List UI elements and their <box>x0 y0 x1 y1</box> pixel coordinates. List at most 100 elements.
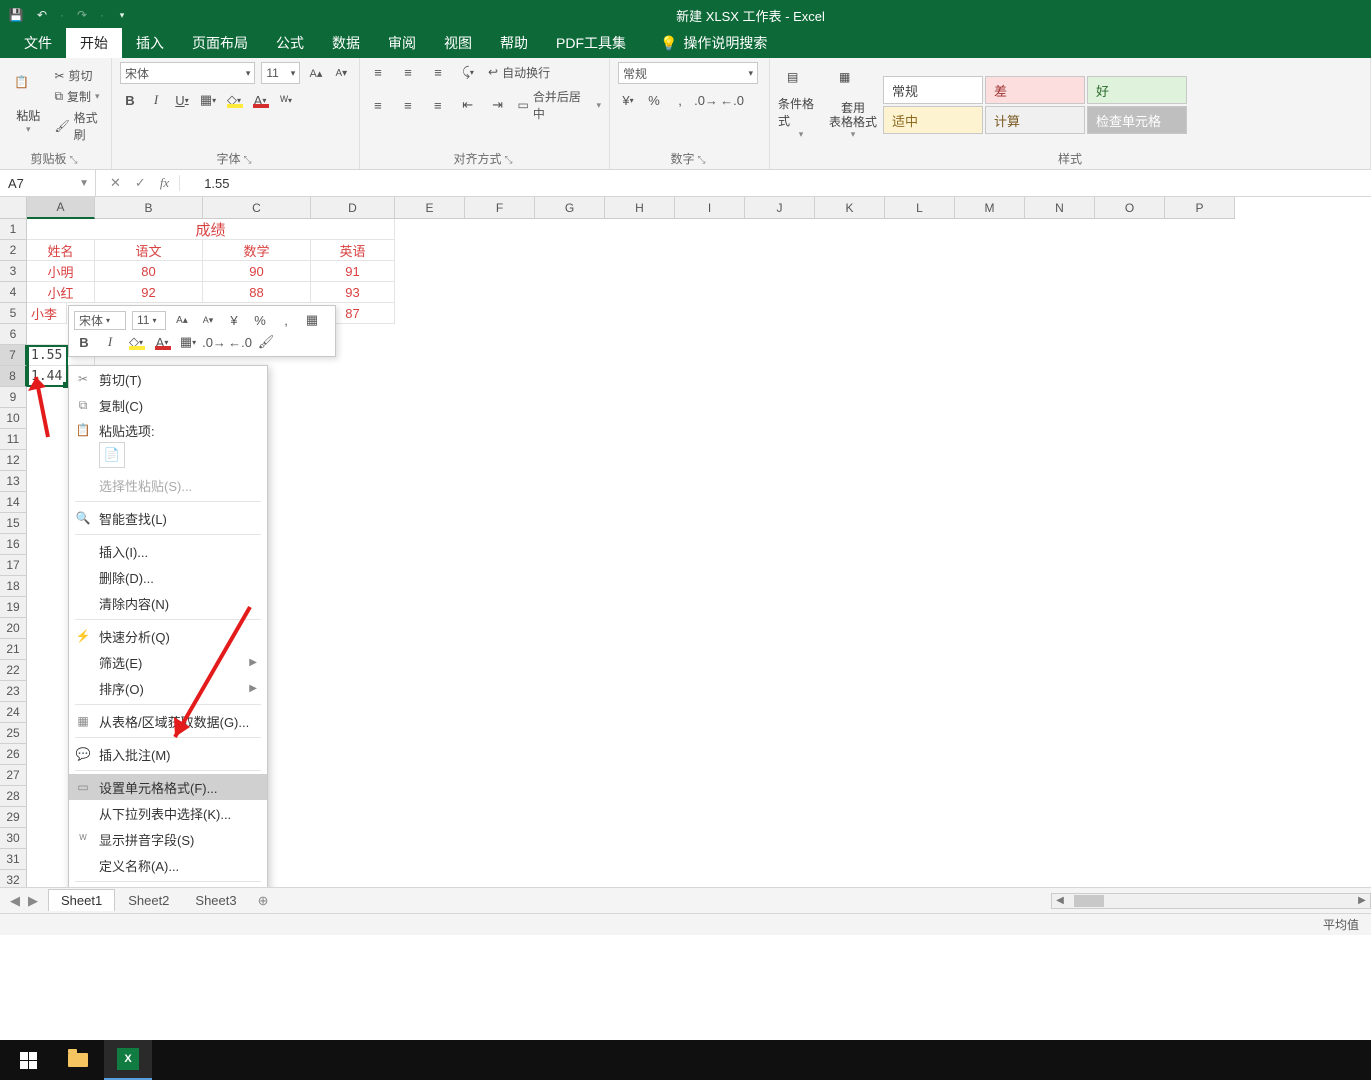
ctx-insert[interactable]: 插入(I)... <box>69 538 267 564</box>
fx-icon[interactable]: fx <box>160 175 180 191</box>
mini-border-icon[interactable]: ▦ <box>302 310 322 330</box>
font-dialog-launcher[interactable]: ⤡ <box>241 155 255 167</box>
align-left-icon[interactable]: ≡ <box>368 95 388 115</box>
horizontal-scrollbar[interactable]: ◀ ▶ <box>1051 893 1371 909</box>
tab-file[interactable]: 文件 <box>10 28 66 58</box>
ctx-cut[interactable]: ✂剪切(T) <box>69 366 267 392</box>
column-header-A[interactable]: A <box>27 197 95 219</box>
row-header-9[interactable]: 9 <box>0 387 27 408</box>
mini-border-dropdown-icon[interactable]: ▦▾ <box>178 332 198 352</box>
tab-help[interactable]: 帮助 <box>486 28 542 58</box>
align-top-icon[interactable]: ≡ <box>368 62 388 82</box>
mini-bold-button[interactable]: B <box>74 332 94 352</box>
cancel-icon[interactable]: ✕ <box>110 175 121 191</box>
row-header-16[interactable]: 16 <box>0 534 27 555</box>
row-header-7[interactable]: 7 <box>0 345 27 366</box>
format-painter-button[interactable]: 🖌格式刷 <box>54 109 103 143</box>
cell[interactable]: 小明 <box>27 261 95 282</box>
column-header-O[interactable]: O <box>1095 197 1165 219</box>
mini-increase-font-icon[interactable]: A▴ <box>172 310 192 330</box>
align-center-icon[interactable]: ≡ <box>398 95 418 115</box>
excel-taskbar-button[interactable]: X <box>104 1040 152 1080</box>
mini-font-combo[interactable]: 宋体▾ <box>74 311 126 330</box>
cell[interactable]: 英语 <box>311 240 395 261</box>
mini-decrease-font-icon[interactable]: A▾ <box>198 310 218 330</box>
cell[interactable]: 91 <box>311 261 395 282</box>
clipboard-dialog-launcher[interactable]: ⤡ <box>67 155 81 167</box>
row-header-20[interactable]: 20 <box>0 618 27 639</box>
row-header-18[interactable]: 18 <box>0 576 27 597</box>
sheet-nav[interactable]: ◀▶ <box>0 893 48 909</box>
cell[interactable]: 数学 <box>203 240 311 261</box>
orientation-icon[interactable]: ⤹▾ <box>458 62 478 82</box>
sheet-tab-1[interactable]: Sheet1 <box>48 889 115 911</box>
file-explorer-button[interactable] <box>54 1040 102 1080</box>
row-header-27[interactable]: 27 <box>0 765 27 786</box>
format-as-table-button[interactable]: ▦套用 表格格式▾ <box>830 70 876 140</box>
comma-format-icon[interactable]: , <box>670 90 690 110</box>
italic-button[interactable]: I <box>146 90 166 110</box>
ctx-define-name[interactable]: 定义名称(A)... <box>69 852 267 878</box>
cell[interactable]: 姓名 <box>27 240 95 261</box>
ctx-sort[interactable]: 排序(O)▶ <box>69 675 267 701</box>
ctx-filter[interactable]: 筛选(E)▶ <box>69 649 267 675</box>
column-header-F[interactable]: F <box>465 197 535 219</box>
row-header-13[interactable]: 13 <box>0 471 27 492</box>
row-header-32[interactable]: 32 <box>0 870 27 887</box>
tell-me[interactable]: 💡 操作说明搜索 <box>646 28 781 58</box>
merge-center-button[interactable]: ▭合并后居中▾ <box>518 88 601 122</box>
scroll-right-icon[interactable]: ▶ <box>1354 895 1370 906</box>
ctx-copy[interactable]: ⧉复制(C) <box>69 392 267 418</box>
border-button[interactable]: ▦▾ <box>198 90 218 110</box>
row-header-10[interactable]: 10 <box>0 408 27 429</box>
increase-font-icon[interactable]: A▴ <box>306 63 325 83</box>
cell-styles-gallery[interactable]: 常规 差 好 适中 计算 检查单元格 <box>882 75 1188 135</box>
column-header-N[interactable]: N <box>1025 197 1095 219</box>
paste-button[interactable]: 📋 粘贴 ▾ <box>8 70 48 140</box>
row-header-8[interactable]: 8 <box>0 366 27 387</box>
row-header-1[interactable]: 1 <box>0 219 27 240</box>
cells[interactable]: 成绩 姓名 语文 数学 英语 小明 80 90 91 小红 92 88 93 小… <box>27 219 395 387</box>
fill-color-button[interactable]: ◇▾ <box>224 90 244 110</box>
row-header-11[interactable]: 11 <box>0 429 27 450</box>
column-header-M[interactable]: M <box>955 197 1025 219</box>
qat-customize-icon[interactable]: ▾ <box>114 7 130 23</box>
mini-italic-button[interactable]: I <box>100 332 120 352</box>
row-header-14[interactable]: 14 <box>0 492 27 513</box>
copy-button[interactable]: ⧉复制▾ <box>54 88 103 105</box>
column-header-K[interactable]: K <box>815 197 885 219</box>
row-header-2[interactable]: 2 <box>0 240 27 261</box>
ctx-quick-analysis[interactable]: ⚡快速分析(Q) <box>69 623 267 649</box>
cut-button[interactable]: ✂剪切 <box>54 67 103 84</box>
mini-percent-icon[interactable]: % <box>250 310 270 330</box>
ctx-clear[interactable]: 清除内容(N) <box>69 590 267 616</box>
new-sheet-button[interactable]: ⊕ <box>250 893 277 909</box>
ctx-smart-lookup[interactable]: 🔍智能查找(L) <box>69 505 267 531</box>
ctx-link[interactable]: 🔗链接(I) <box>69 885 267 887</box>
column-headers[interactable]: ABCDEFGHIJKLMNOP <box>27 197 1235 219</box>
mini-accounting-icon[interactable]: ¥ <box>224 310 244 330</box>
row-header-25[interactable]: 25 <box>0 723 27 744</box>
ctx-from-table[interactable]: ▦从表格/区域获取数据(G)... <box>69 708 267 734</box>
style-neutral[interactable]: 适中 <box>883 106 983 134</box>
column-header-E[interactable]: E <box>395 197 465 219</box>
style-normal[interactable]: 常规 <box>883 76 983 104</box>
scroll-left-icon[interactable]: ◀ <box>1052 895 1068 906</box>
style-check[interactable]: 检查单元格 <box>1087 106 1187 134</box>
row-header-5[interactable]: 5 <box>0 303 27 324</box>
mini-decimal-dec-icon[interactable]: ←.0 <box>230 332 250 352</box>
tab-data[interactable]: 数据 <box>318 28 374 58</box>
select-all-corner[interactable] <box>0 197 27 219</box>
column-header-B[interactable]: B <box>95 197 203 219</box>
save-icon[interactable]: 💾 <box>8 7 24 23</box>
ctx-dropdown-pick[interactable]: 从下拉列表中选择(K)... <box>69 800 267 826</box>
enter-icon[interactable]: ✓ <box>135 175 146 191</box>
column-header-C[interactable]: C <box>203 197 311 219</box>
mini-comma-icon[interactable]: , <box>276 310 296 330</box>
align-bottom-icon[interactable]: ≡ <box>428 62 448 82</box>
row-header-21[interactable]: 21 <box>0 639 27 660</box>
row-header-15[interactable]: 15 <box>0 513 27 534</box>
row-header-12[interactable]: 12 <box>0 450 27 471</box>
number-format-combo[interactable]: 常规▾ <box>618 62 758 84</box>
align-dialog-launcher[interactable]: ⤡ <box>502 155 516 167</box>
